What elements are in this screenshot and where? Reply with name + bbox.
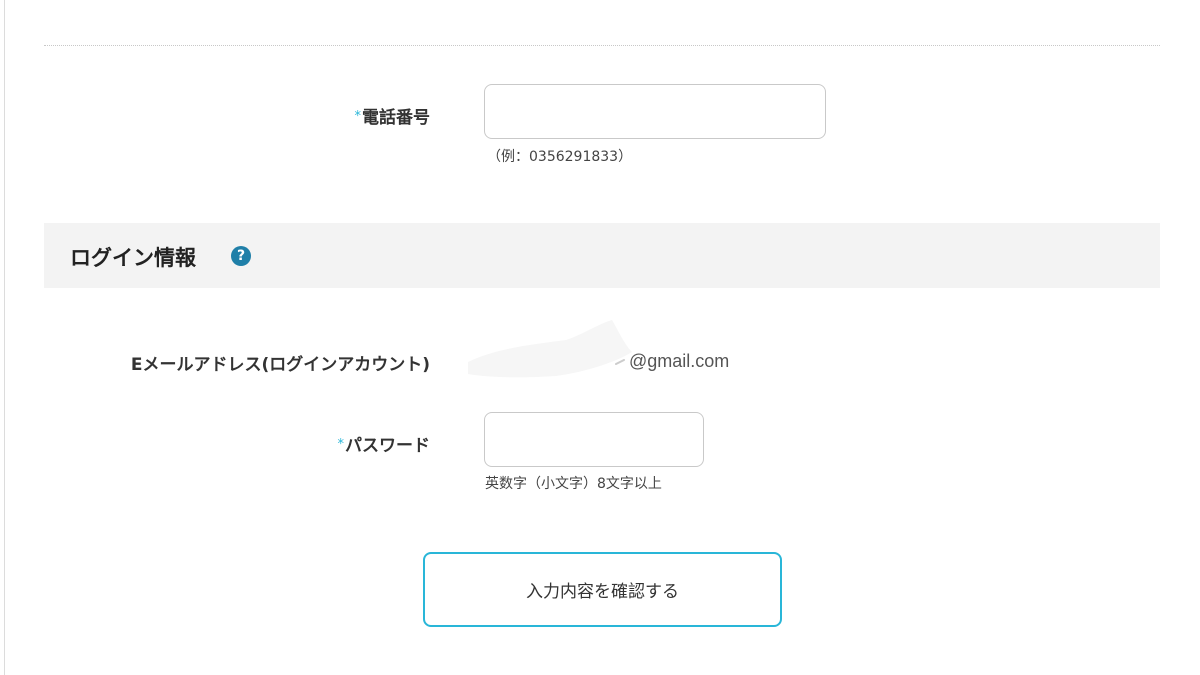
login-section-title: ログイン情報 (70, 246, 196, 270)
required-mark: * (354, 109, 362, 124)
password-label: *パスワード (338, 431, 431, 456)
help-circle-icon[interactable]: ? (231, 246, 251, 266)
password-input[interactable] (484, 412, 704, 467)
phone-input[interactable] (484, 84, 826, 139)
email-label: Eメールアドレス(ログインアカウント) (130, 355, 430, 375)
password-label-text: パスワード (345, 436, 430, 456)
phone-label: *電話番号 (355, 103, 431, 128)
redacted-email-mask (468, 320, 632, 378)
phone-label-text: 電話番号 (362, 108, 430, 128)
login-section-header: ログイン情報 ? (44, 223, 1160, 288)
section-divider (44, 45, 1160, 46)
page-left-border (4, 0, 5, 675)
confirm-input-button[interactable]: 入力内容を確認する (423, 552, 782, 627)
password-hint: 英数字（小文字）8文字以上 (485, 476, 662, 492)
required-mark: * (337, 437, 345, 452)
phone-hint: （例：0356291833） (487, 149, 633, 165)
email-value: @gmail.com (629, 351, 730, 371)
